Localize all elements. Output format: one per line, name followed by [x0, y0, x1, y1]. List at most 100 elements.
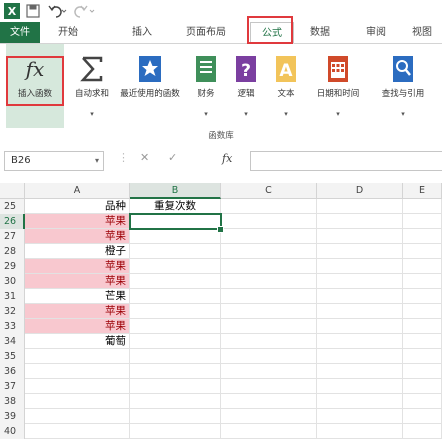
cell-d39[interactable] — [317, 409, 403, 424]
formula-input[interactable] — [250, 151, 442, 171]
row-header-29[interactable]: 29 — [0, 259, 25, 274]
cell-d40[interactable] — [317, 424, 403, 439]
row-header-37[interactable]: 37 — [0, 379, 25, 394]
cell-a38[interactable] — [25, 394, 130, 409]
cell-e30[interactable] — [403, 274, 442, 289]
text-button[interactable]: A 文本 ▾ — [266, 44, 306, 128]
cell-d38[interactable] — [317, 394, 403, 409]
cell-c31[interactable] — [221, 289, 317, 304]
cell-c25[interactable] — [221, 199, 317, 214]
autosum-button[interactable]: 自动求和 ▾ — [66, 44, 118, 128]
cell-a36[interactable] — [25, 364, 130, 379]
cell-a33[interactable]: 苹果 — [25, 319, 130, 334]
cell-d33[interactable] — [317, 319, 403, 334]
cell-a31[interactable]: 芒果 — [25, 289, 130, 304]
cell-a26[interactable]: 苹果 — [25, 214, 130, 229]
cell-a30[interactable]: 苹果 — [25, 274, 130, 289]
cell-a32[interactable]: 苹果 — [25, 304, 130, 319]
cell-a35[interactable] — [25, 349, 130, 364]
tab-review[interactable]: 审阅 — [356, 22, 396, 43]
row-header-32[interactable]: 32 — [0, 304, 25, 319]
active-cell-b26[interactable] — [129, 213, 222, 230]
cell-b38[interactable] — [130, 394, 221, 409]
column-header-a[interactable]: A — [25, 183, 130, 199]
save-icon[interactable] — [26, 3, 40, 19]
cell-b27[interactable] — [130, 229, 221, 244]
cell-b28[interactable] — [130, 244, 221, 259]
name-box[interactable]: B26 ▾ — [4, 151, 104, 171]
fill-handle[interactable] — [217, 226, 224, 233]
cell-a34[interactable]: 葡萄 — [25, 334, 130, 349]
cell-b36[interactable] — [130, 364, 221, 379]
cell-e35[interactable] — [403, 349, 442, 364]
cell-b37[interactable] — [130, 379, 221, 394]
row-header-38[interactable]: 38 — [0, 394, 25, 409]
cell-a27[interactable]: 苹果 — [25, 229, 130, 244]
column-header-b[interactable]: B — [130, 183, 221, 199]
row-header-30[interactable]: 30 — [0, 274, 25, 289]
cell-a40[interactable] — [25, 424, 130, 439]
row-header-31[interactable]: 31 — [0, 289, 25, 304]
date-time-button[interactable]: 日期和时间 ▾ — [306, 44, 370, 128]
cell-c35[interactable] — [221, 349, 317, 364]
enter-icon[interactable]: ✓ — [168, 151, 177, 164]
row-header-33[interactable]: 33 — [0, 319, 25, 334]
cell-d32[interactable] — [317, 304, 403, 319]
cell-e28[interactable] — [403, 244, 442, 259]
tab-view[interactable]: 视图 — [402, 22, 442, 43]
cell-b35[interactable] — [130, 349, 221, 364]
cell-d31[interactable] — [317, 289, 403, 304]
cell-c33[interactable] — [221, 319, 317, 334]
cell-a39[interactable] — [25, 409, 130, 424]
cell-c38[interactable] — [221, 394, 317, 409]
cell-e32[interactable] — [403, 304, 442, 319]
column-header-d[interactable]: D — [317, 183, 403, 199]
cell-c28[interactable] — [221, 244, 317, 259]
chevron-down-icon[interactable]: ▾ — [95, 152, 99, 170]
cell-b25[interactable]: 重复次数 — [130, 199, 221, 214]
tab-data[interactable]: 数据 — [300, 22, 340, 43]
row-header-28[interactable]: 28 — [0, 244, 25, 259]
cell-e34[interactable] — [403, 334, 442, 349]
cell-e29[interactable] — [403, 259, 442, 274]
undo-icon[interactable] — [48, 3, 68, 19]
cell-e40[interactable] — [403, 424, 442, 439]
cell-b31[interactable] — [130, 289, 221, 304]
cell-a37[interactable] — [25, 379, 130, 394]
cell-b34[interactable] — [130, 334, 221, 349]
cell-e39[interactable] — [403, 409, 442, 424]
row-header-35[interactable]: 35 — [0, 349, 25, 364]
column-header-c[interactable]: C — [221, 183, 317, 199]
cell-c29[interactable] — [221, 259, 317, 274]
row-header-39[interactable]: 39 — [0, 409, 25, 424]
cell-d34[interactable] — [317, 334, 403, 349]
insert-function-fx-icon[interactable]: fx — [222, 152, 232, 165]
cell-d25[interactable] — [317, 199, 403, 214]
cell-d36[interactable] — [317, 364, 403, 379]
cell-d37[interactable] — [317, 379, 403, 394]
row-header-27[interactable]: 27 — [0, 229, 25, 244]
cell-a28[interactable]: 橙子 — [25, 244, 130, 259]
row-header-25[interactable]: 25 — [0, 199, 25, 214]
cell-a29[interactable]: 苹果 — [25, 259, 130, 274]
cell-e33[interactable] — [403, 319, 442, 334]
cell-c37[interactable] — [221, 379, 317, 394]
cell-d35[interactable] — [317, 349, 403, 364]
cell-c40[interactable] — [221, 424, 317, 439]
cell-c27[interactable] — [221, 229, 317, 244]
cell-e37[interactable] — [403, 379, 442, 394]
cell-d29[interactable] — [317, 259, 403, 274]
cell-c32[interactable] — [221, 304, 317, 319]
row-header-34[interactable]: 34 — [0, 334, 25, 349]
lookup-reference-button[interactable]: 查找与引用 ▾ — [370, 44, 436, 128]
tab-home[interactable]: 开始 — [48, 22, 88, 43]
cell-a25[interactable]: 品种 — [25, 199, 130, 214]
cell-c34[interactable] — [221, 334, 317, 349]
cell-e38[interactable] — [403, 394, 442, 409]
cell-b33[interactable] — [130, 319, 221, 334]
cell-c30[interactable] — [221, 274, 317, 289]
recently-used-button[interactable]: 最近使用的函数 — [118, 44, 182, 128]
logical-button[interactable]: ? 逻辑 ▾ — [226, 44, 266, 128]
select-all-corner[interactable] — [0, 183, 25, 199]
cell-b32[interactable] — [130, 304, 221, 319]
